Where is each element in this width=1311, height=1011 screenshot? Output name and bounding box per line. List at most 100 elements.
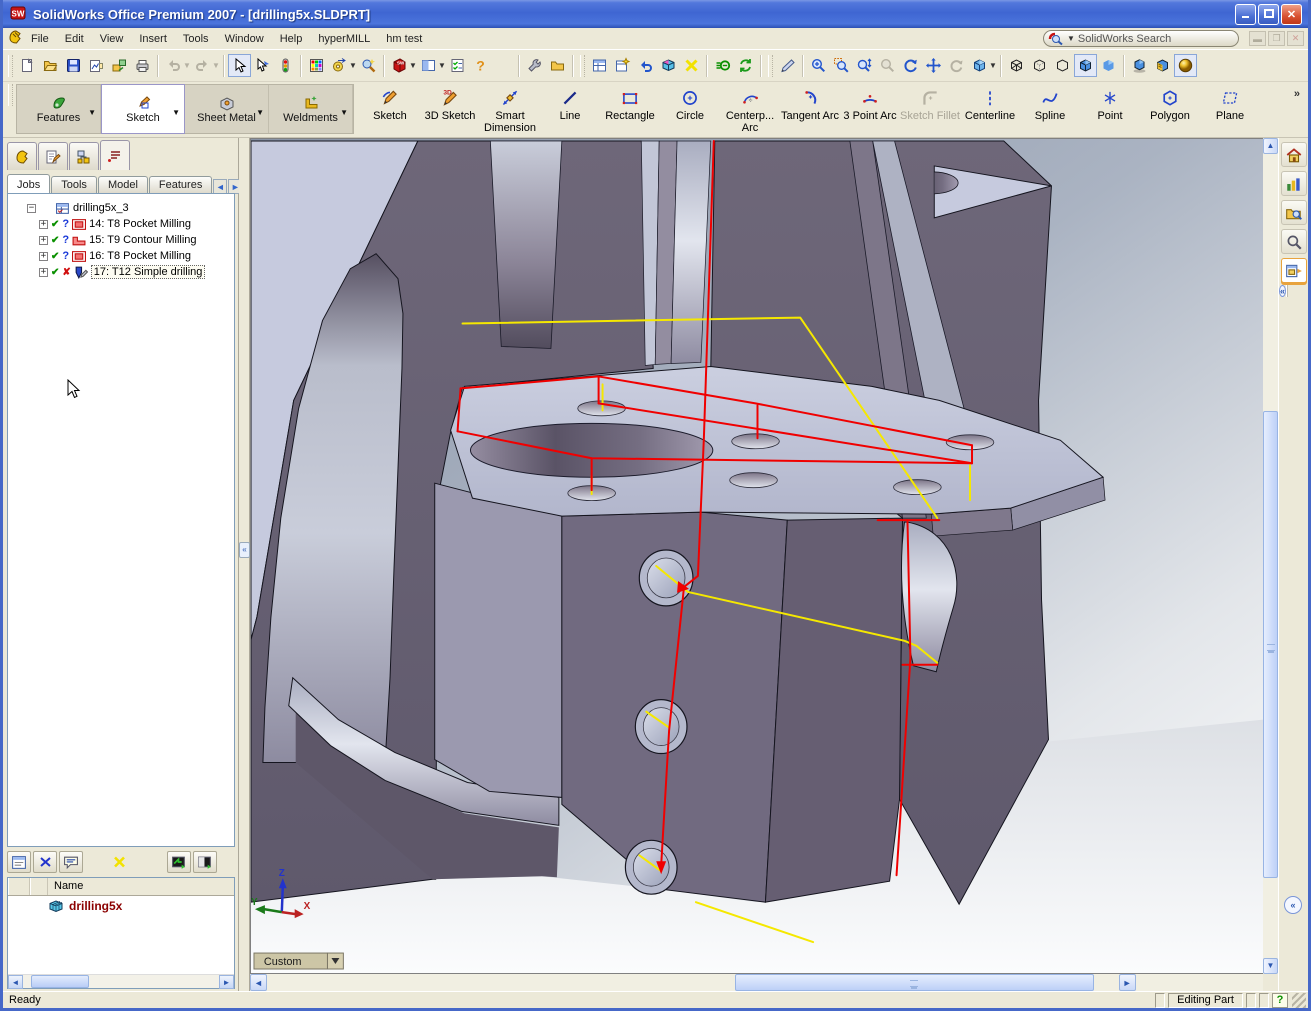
- doc-restore-button[interactable]: ❐: [1268, 31, 1285, 46]
- wireframe-button[interactable]: [1005, 54, 1028, 77]
- document-palette-icon[interactable]: [1281, 258, 1307, 283]
- toolbar-overflow-chevron[interactable]: »: [1294, 84, 1306, 100]
- select-button[interactable]: [228, 54, 251, 77]
- job-comment-button[interactable]: [59, 851, 83, 873]
- job-cancel-button[interactable]: [107, 851, 131, 873]
- menu-window[interactable]: Window: [217, 31, 272, 47]
- shaded-button[interactable]: [1097, 54, 1120, 77]
- quick-tips-icon[interactable]: ?: [1272, 993, 1288, 1008]
- new-button[interactable]: [16, 54, 39, 77]
- zoom-selection-button[interactable]: [876, 54, 899, 77]
- name-column-header[interactable]: Name: [48, 878, 234, 895]
- tool-3d-sketch[interactable]: 3D3D Sketch: [420, 84, 480, 134]
- task-pane-collapse-bottom-icon[interactable]: «: [1284, 896, 1302, 914]
- menu-tools[interactable]: Tools: [175, 31, 217, 47]
- tab-scroll-left[interactable]: ◄: [213, 179, 227, 194]
- section-view-button[interactable]: [1151, 54, 1174, 77]
- tool-smart-dimension[interactable]: Smart Dimension: [480, 84, 540, 134]
- tool-point[interactable]: Point: [1080, 84, 1140, 134]
- menu-view[interactable]: View: [92, 31, 132, 47]
- tool-3-point-arc[interactable]: 3 Point Arc: [840, 84, 900, 134]
- tab-features[interactable]: Features▼: [17, 85, 101, 133]
- tab-tools[interactable]: Tools: [51, 176, 97, 194]
- hscroll-thumb[interactable]: [735, 974, 1094, 991]
- graphics-viewport[interactable]: Z Y X Custom: [250, 138, 1263, 974]
- print-button[interactable]: [131, 54, 154, 77]
- horizontal-scrollbar[interactable]: ◄ ►: [250, 974, 1263, 991]
- resize-grip[interactable]: [1292, 993, 1306, 1008]
- tool-tangent-arc[interactable]: Tangent Arc: [780, 84, 840, 134]
- collapse-icon[interactable]: −: [27, 204, 36, 213]
- help-button[interactable]: ?: [469, 54, 492, 77]
- make-drawing-button[interactable]: [85, 54, 108, 77]
- realview-button[interactable]: [1174, 54, 1197, 77]
- hidden-lines-visible-button[interactable]: [1028, 54, 1051, 77]
- tree-row-job-17[interactable]: + ✔✘ 17: T12 Simple drilling: [14, 264, 232, 280]
- task-pane-grip[interactable]: [1286, 285, 1288, 297]
- design-library-icon[interactable]: [1281, 200, 1307, 225]
- name-list-scrollbar[interactable]: ◄ ►: [8, 974, 234, 988]
- color-palette-button[interactable]: [305, 54, 328, 77]
- menu-edit[interactable]: Edit: [57, 31, 92, 47]
- tab-features[interactable]: Features: [149, 176, 212, 194]
- zoom-in-out-button[interactable]: [853, 54, 876, 77]
- menu-insert[interactable]: Insert: [131, 31, 175, 47]
- hm-model-button[interactable]: [657, 54, 680, 77]
- tool-sketch-fillet[interactable]: Sketch Fillet: [900, 84, 960, 134]
- resources-icon[interactable]: [1281, 171, 1307, 196]
- stylus-button[interactable]: [776, 54, 799, 77]
- vscroll-up-arrow[interactable]: ▲: [1263, 138, 1278, 154]
- tree-root-row[interactable]: − drilling5x_3: [14, 200, 232, 216]
- hm-job-list-button[interactable]: [588, 54, 611, 77]
- tab-model[interactable]: Model: [98, 176, 148, 194]
- toggle-stock-button[interactable]: [193, 851, 217, 873]
- minimize-button[interactable]: [1235, 4, 1256, 25]
- scroll-thumb[interactable]: [31, 975, 89, 988]
- panel-splitter[interactable]: «: [239, 138, 250, 991]
- viewport-layout-button[interactable]: [417, 54, 440, 77]
- make-assembly-button[interactable]: [108, 54, 131, 77]
- redo-button[interactable]: [191, 54, 214, 77]
- tool-plane[interactable]: Plane: [1200, 84, 1260, 134]
- hm-delete-button[interactable]: [680, 54, 703, 77]
- close-button[interactable]: ✕: [1281, 4, 1302, 25]
- search-box[interactable]: ▼ SolidWorks Search: [1043, 30, 1239, 47]
- menu-help[interactable]: Help: [272, 31, 311, 47]
- zoom-fit-button[interactable]: [807, 54, 830, 77]
- tab-jobs[interactable]: Jobs: [7, 174, 50, 194]
- search-assistant-button[interactable]: [357, 54, 380, 77]
- expand-icon[interactable]: +: [39, 252, 48, 261]
- file-explorer-icon[interactable]: [1281, 229, 1307, 254]
- expand-icon[interactable]: +: [39, 236, 48, 245]
- hscroll-left-arrow[interactable]: ◄: [250, 974, 267, 991]
- expand-icon[interactable]: +: [39, 268, 48, 277]
- hypermill-hand-icon[interactable]: [7, 29, 23, 48]
- tool-rectangle[interactable]: Rectangle: [600, 84, 660, 134]
- command-manager-grip[interactable]: [8, 84, 13, 106]
- rotate-about-axis-button[interactable]: [945, 54, 968, 77]
- tool-centerline[interactable]: Centerline: [960, 84, 1020, 134]
- tab-sketch[interactable]: Sketch▼: [101, 84, 185, 134]
- tool-polygon[interactable]: Polygon: [1140, 84, 1200, 134]
- home-icon[interactable]: [1281, 142, 1307, 167]
- measure-button[interactable]: [328, 54, 351, 77]
- view-selector-combo[interactable]: Custom: [254, 953, 343, 969]
- wrench-tool-button[interactable]: [523, 54, 546, 77]
- tree-row-job-15[interactable]: + ✔? 15: T9 Contour Milling: [14, 232, 232, 248]
- search-dropdown-icon[interactable]: ▼: [1067, 34, 1075, 43]
- solidworks-resources-button[interactable]: SW: [388, 54, 411, 77]
- tool-line[interactable]: Line: [540, 84, 600, 134]
- panel-tab-properties[interactable]: [38, 142, 68, 170]
- tool-spline[interactable]: Spline: [1020, 84, 1080, 134]
- view-orientation-button[interactable]: [968, 54, 991, 77]
- undo-button[interactable]: [162, 54, 185, 77]
- toggle-simulation-button[interactable]: [167, 851, 191, 873]
- scroll-right-arrow[interactable]: ►: [219, 975, 234, 989]
- menu-hypermill[interactable]: hyperMILL: [310, 31, 378, 47]
- select-filter-button[interactable]: [251, 54, 274, 77]
- panel-tab-job-list[interactable]: [100, 140, 130, 170]
- rotate-view-button[interactable]: [899, 54, 922, 77]
- panel-tab-hypermill[interactable]: [7, 142, 37, 170]
- vscroll-thumb[interactable]: [1263, 411, 1278, 877]
- expand-icon[interactable]: +: [39, 220, 48, 229]
